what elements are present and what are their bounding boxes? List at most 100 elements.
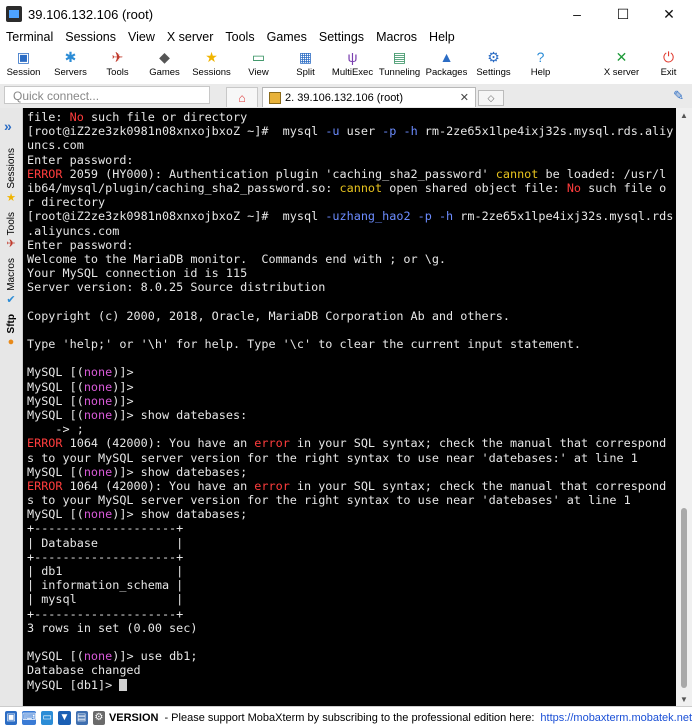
toolbar-button-session[interactable]: ▣ Session <box>0 46 47 78</box>
terminal-pane[interactable]: file: No such file or directory [root@iZ2… <box>23 108 676 706</box>
tab-close-icon[interactable]: ✕ <box>460 91 469 104</box>
menu-terminal[interactable]: Terminal <box>0 30 59 44</box>
left-sidebar: » Sessions ★ Tools ✈ Macros ✔ Sftp ● <box>0 108 23 706</box>
sftp-icon: ● <box>7 336 15 349</box>
scrollbar-thumb[interactable] <box>681 508 687 688</box>
maximize-button[interactable]: ☐ <box>600 0 646 28</box>
terminal-text-segment: No <box>69 110 84 124</box>
sidebar-tab-sftp[interactable]: Sftp ● <box>2 314 20 348</box>
close-button[interactable]: ✕ <box>646 0 692 28</box>
toolbar-label: Games <box>149 67 180 78</box>
terminal-text-segment: 1064 (42000): You have an <box>62 436 255 451</box>
new-tab-button[interactable]: ◇ <box>478 90 504 106</box>
toolbar-label: MultiExec <box>331 67 374 78</box>
settings-icon: ⚙ <box>487 49 500 65</box>
terminal-text-segment: none <box>83 393 113 408</box>
terminal-tab-icon <box>269 91 281 104</box>
toolbar-label: Settings <box>476 67 511 78</box>
menu-sessions[interactable]: Sessions <box>59 30 122 44</box>
sidebar-tab-macros-label: Macros <box>5 258 17 291</box>
terminal-text-segment: ib64/mysql/plugin/caching_sha2_password.… <box>27 180 340 195</box>
terminal-text-segment: )]> <box>112 365 134 380</box>
toolbar-button-servers[interactable]: ✱ Servers <box>47 46 94 78</box>
terminal-text-segment: )]> <box>112 393 134 408</box>
tab-bar: Quick connect... ⌂ 2. 39.106.132.106 (ro… <box>0 84 692 108</box>
scroll-up-arrow-icon[interactable]: ▲ <box>676 108 692 122</box>
menu-games[interactable]: Games <box>261 30 313 44</box>
sidebar-tab-macros[interactable]: Macros ✔ <box>2 258 20 306</box>
quick-connect-input[interactable]: Quick connect... <box>4 86 210 104</box>
menu-macros[interactable]: Macros <box>370 30 423 44</box>
menu-x-server[interactable]: X server <box>161 30 220 44</box>
sidebar-tab-sessions[interactable]: Sessions ★ <box>2 148 20 204</box>
toolbar-button-tools[interactable]: ✈ Tools <box>94 46 141 78</box>
terminal-cursor <box>119 678 128 691</box>
terminal-text-segment: 2059 (HY000): Authentication plugin 'cac… <box>62 166 496 181</box>
terminal-line: s to your MySQL server version for the r… <box>27 451 676 465</box>
toolbar-button-games[interactable]: ◆ Games <box>141 46 188 78</box>
terminal-line: +--------------------+ <box>27 607 676 621</box>
tools-icon: ✈ <box>6 238 16 251</box>
toolbar-label: Sessions <box>192 67 231 78</box>
terminal-text-segment: cannot <box>495 166 539 181</box>
home-tab[interactable]: ⌂ <box>226 87 258 107</box>
terminal-text-segment: user <box>339 124 383 139</box>
terminal-text-segment: Your MySQL connection id is 115 <box>27 266 248 281</box>
attach-paperclip-icon[interactable]: ✎ <box>673 88 684 104</box>
toolbar-button-help[interactable]: ? Help <box>517 46 564 78</box>
terminal-line: MySQL [db1]> <box>27 678 676 692</box>
toolbar-button-tunneling[interactable]: ▤ Tunneling <box>376 46 423 78</box>
menu-settings[interactable]: Settings <box>313 30 370 44</box>
terminal-text-segment: No <box>566 180 582 195</box>
scroll-down-arrow-icon[interactable]: ▼ <box>676 692 692 706</box>
terminal-line: | information_schema | <box>27 578 676 592</box>
toolbar-button-view[interactable]: ▭ View <box>235 46 282 78</box>
terminal-scrollbar[interactable]: ▲ ▼ <box>676 108 692 706</box>
x-server-icon: ✕ <box>615 49 628 65</box>
terminal-text-segment: MySQL [( <box>27 507 84 522</box>
terminal-line: Your MySQL connection id is 115 <box>27 266 676 280</box>
toolbar-button-x-server[interactable]: ✕ X server <box>598 46 645 78</box>
toolbar-button-multiexec[interactable]: ψ MultiExec <box>329 46 376 78</box>
terminal-text-segment: +--------------------+ <box>27 521 184 536</box>
terminal-text-segment: be loaded: /usr/l <box>538 166 667 181</box>
terminal-text-segment: none <box>83 649 113 664</box>
terminal-text-segment: Enter password: <box>27 152 134 167</box>
toolbar-button-split[interactable]: ▦ Split <box>282 46 329 78</box>
version-label: VERSION <box>108 711 159 724</box>
terminal-text-segment: ERROR <box>27 436 63 451</box>
terminal-text-segment: MySQL [( <box>27 365 84 380</box>
minimize-button[interactable]: – <box>554 0 600 28</box>
terminal-line: r directory <box>27 195 676 209</box>
terminal-text-segment: Type 'help;' or '\h' for help. Type '\c'… <box>27 337 581 351</box>
terminal-text-segment: | Database | <box>27 535 184 550</box>
menu-view[interactable]: View <box>122 30 161 44</box>
expand-sidebar-icon[interactable]: » <box>4 118 12 134</box>
terminal-line: +--------------------+ <box>27 521 676 535</box>
packages-icon: ▲ <box>439 49 454 65</box>
toolbar-button-exit[interactable]: ⏻ Exit <box>645 46 692 78</box>
terminal-text-segment: none <box>83 464 113 479</box>
toolbar-label: Packages <box>425 67 468 78</box>
terminal-line: +--------------------+ <box>27 550 676 564</box>
terminal-line: ERROR 2059 (HY000): Authentication plugi… <box>27 167 676 181</box>
menu-tools[interactable]: Tools <box>219 30 260 44</box>
toolbar-button-sessions[interactable]: ★ Sessions <box>188 46 235 78</box>
terminal-text-segment: file: <box>27 110 70 124</box>
toolbar-label: X server <box>603 67 640 78</box>
session-tab[interactable]: 2. 39.106.132.106 (root) ✕ <box>262 87 476 107</box>
toolbar-button-packages[interactable]: ▲ Packages <box>423 46 470 78</box>
terminal-text-segment: )]> use db1; <box>112 649 198 664</box>
terminal-text-segment: none <box>83 379 113 394</box>
toolbar-button-settings[interactable]: ⚙ Settings <box>470 46 517 78</box>
subscription-link[interactable]: https://mobaxterm.mobatek.net <box>540 712 692 724</box>
toolbar: ▣ Session ✱ Servers ✈ Tools ◆ Games ★ Sessions ▭ Vi… <box>0 46 692 85</box>
sidebar-tab-tools[interactable]: Tools ✈ <box>2 212 20 250</box>
terminal-line: MySQL [(none)]> show datebases; <box>27 465 676 479</box>
terminal-text-segment: | mysql | <box>27 592 184 607</box>
menu-help[interactable]: Help <box>423 30 461 44</box>
terminal-line: MySQL [(none)]> <box>27 365 676 379</box>
star-icon: ★ <box>6 191 16 204</box>
terminal-text-segment: rm-2ze65x1lpe4ixj32s.mysql.rds <box>453 209 674 224</box>
terminal-line: Copyright (c) 2000, 2018, Oracle, MariaD… <box>27 309 676 323</box>
